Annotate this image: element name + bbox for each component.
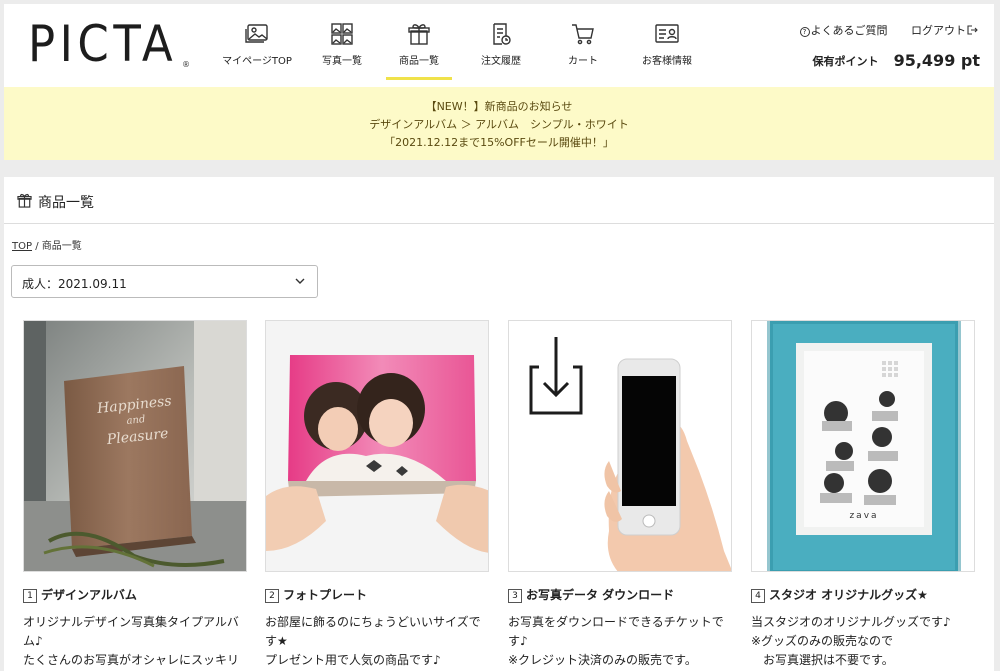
nav-label: 商品一覧 [399, 56, 439, 67]
breadcrumb-separator: / [35, 241, 39, 252]
page: PICTA ® マイページTOP 写真一覧 商品一覧 注文履歴 カート お客様情… [4, 4, 994, 671]
cart-icon [572, 24, 594, 45]
gift-icon [17, 193, 32, 208]
breadcrumb: TOP / 商品一覧 [12, 237, 82, 252]
nav-item-order-history[interactable]: 注文履歴 [471, 22, 531, 80]
nav-item-cart[interactable]: カート [556, 22, 610, 80]
product-description: 当スタジオのオリジナルグッズです♪ ※グッズのみの販売なので お写真選択は不要で… [751, 615, 951, 667]
frame-caption: zava [849, 511, 879, 521]
chevron-down-icon [295, 278, 305, 284]
event-select[interactable]: 成人：2021.09.11 [11, 265, 318, 298]
product-title[interactable]: 2 フォトプレート [265, 586, 489, 603]
product-description: オリジナルデザイン写真集タイプアルバ ム♪ たくさんのお写真がオシャレにスッキリ [23, 615, 240, 667]
product-image[interactable]: zava [751, 320, 975, 572]
product-image[interactable]: Happiness and Pleasure [23, 320, 247, 572]
product-card-photo-download[interactable]: 3 お写真データ ダウンロード お写真をダウンロードできるチケットで す♪ ※クレ… [508, 320, 732, 670]
gift-icon [408, 24, 430, 45]
product-number: 4 [751, 589, 765, 603]
breadcrumb-current: 商品一覧 [41, 241, 82, 252]
faq-link[interactable]: ? よくあるご質問 [799, 22, 888, 38]
product-number: 1 [23, 589, 37, 603]
nav-item-mypage-top[interactable]: マイページTOP [216, 22, 298, 80]
page-header: 商品一覧 [4, 177, 994, 224]
top-links: ? よくあるご質問 ログアウト [799, 22, 979, 38]
logout-label: ログアウト [911, 24, 966, 37]
product-card-design-album[interactable]: Happiness and Pleasure 1 デザインアルバム オリジナルデザ… [23, 320, 247, 670]
page-title: 商品一覧 [38, 195, 94, 211]
product-card-studio-goods[interactable]: zava 4 スタジオ オリジナルグッズ★ 当スタジオのオリジナルグッズです♪ ※… [751, 320, 975, 670]
nav-item-customer-info[interactable]: お客様情報 [634, 22, 700, 80]
points-value: 95,499 pt [893, 51, 980, 70]
customer-info-icon [655, 24, 679, 43]
product-title[interactable]: 3 お写真データ ダウンロード [508, 586, 732, 603]
product-image[interactable] [265, 320, 489, 572]
product-title[interactable]: 1 デザインアルバム [23, 586, 247, 603]
breadcrumb-top-link[interactable]: TOP [12, 241, 32, 252]
faq-label: よくあるご質問 [810, 24, 888, 37]
logout-link[interactable]: ログアウト [911, 22, 978, 38]
nav-label: マイページTOP [222, 56, 292, 67]
nav-item-photo-list[interactable]: 写真一覧 [312, 22, 372, 80]
order-history-icon [493, 23, 511, 45]
nav-label: お客様情報 [642, 56, 692, 67]
image-icon [245, 24, 268, 43]
nav-label: カート [568, 56, 598, 67]
news-line: 【NEW！】新商品のお知らせ [425, 100, 573, 113]
news-banner[interactable]: 【NEW！】新商品のお知らせ デザインアルバム ＞ アルバム シンプル・ホワイト… [4, 87, 994, 160]
nav-label: 写真一覧 [322, 56, 362, 67]
photo-grid-icon [331, 23, 353, 45]
help-circle-icon: ? [799, 27, 810, 37]
product-title[interactable]: 4 スタジオ オリジナルグッズ★ [751, 586, 975, 603]
logout-icon [967, 25, 978, 35]
header: PICTA ® マイページTOP 写真一覧 商品一覧 注文履歴 カート お客様情… [4, 4, 994, 87]
nav-label: 注文履歴 [481, 56, 521, 67]
product-card-photo-plate[interactable]: 2 フォトプレート お部屋に飾るのにちょうどいいサイズで す★ プレゼント用で人気… [265, 320, 489, 670]
registered-mark: ® [182, 60, 190, 69]
news-line: 「2021.12.12まで15%OFFセール開催中！」 [384, 136, 614, 149]
product-description: お写真をダウンロードできるチケットで す♪ ※クレジット決済のみの販売です。 [508, 615, 724, 667]
product-description: お部屋に飾るのにちょうどいいサイズで す★ プレゼント用で人気の商品です♪ [265, 615, 481, 667]
product-number: 3 [508, 589, 522, 603]
points-display: 保有ポイント 95,499 pt [812, 50, 980, 70]
main-content: 商品一覧 TOP / 商品一覧 成人：2021.09.11 Happiness … [4, 177, 994, 671]
news-line: デザインアルバム ＞ アルバム シンプル・ホワイト [369, 118, 629, 131]
points-label: 保有ポイント [812, 54, 879, 68]
picta-logo[interactable]: PICTA [28, 19, 177, 69]
event-select-value: 成人：2021.09.11 [22, 277, 127, 291]
product-image[interactable] [508, 320, 732, 572]
nav-item-product-list[interactable]: 商品一覧 [386, 22, 452, 80]
product-number: 2 [265, 589, 279, 603]
